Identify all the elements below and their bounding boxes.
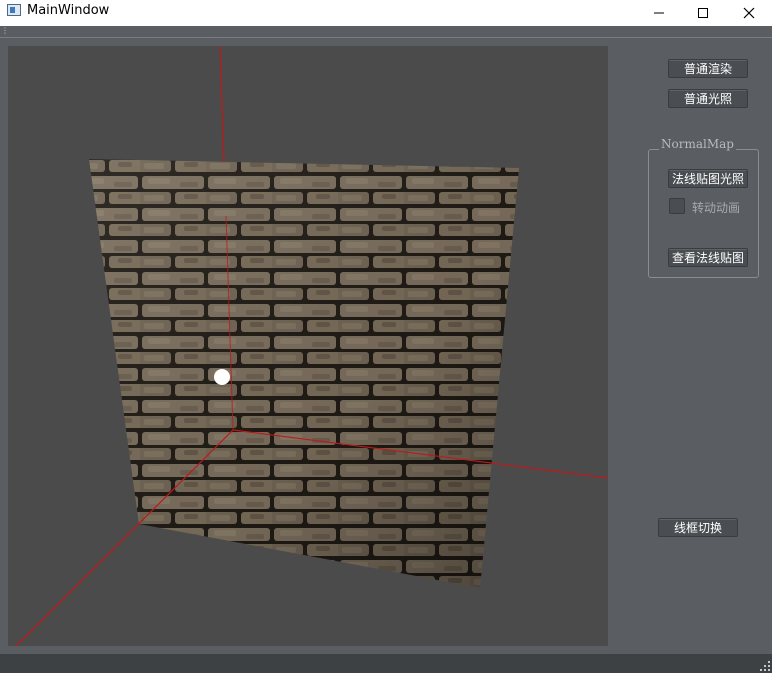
minimize-icon — [654, 12, 664, 14]
rotate-animation-label: 转动动画 — [692, 201, 741, 215]
title-bar[interactable]: MainWindow — [0, 0, 772, 26]
close-button[interactable] — [726, 0, 772, 26]
window-title: MainWindow — [27, 3, 110, 18]
light-source-marker — [214, 369, 230, 385]
toolbar-grip-icon[interactable]: ⋮ — [1, 27, 9, 35]
normal-render-button[interactable]: 普通渲染 — [668, 59, 748, 78]
status-bar — [0, 654, 772, 673]
opengl-viewport[interactable] — [8, 46, 608, 646]
normalmap-lighting-button[interactable]: 法线贴图光照 — [668, 169, 748, 188]
normalmap-group-title: NormalMap — [659, 137, 736, 151]
scene-render — [15, 46, 608, 646]
z-axis-line — [15, 429, 234, 646]
minimize-button[interactable] — [636, 0, 682, 26]
close-icon — [743, 7, 755, 19]
toolbar-strip: ⋮ — [0, 26, 772, 38]
view-normalmap-button[interactable]: 查看法线贴图 — [668, 248, 748, 267]
app-icon — [7, 4, 21, 16]
wireframe-toggle-button[interactable]: 线框切换 — [658, 518, 738, 537]
size-grip-icon[interactable] — [760, 661, 770, 671]
maximize-button[interactable] — [680, 0, 726, 26]
maximize-icon — [698, 8, 708, 18]
normal-lighting-button[interactable]: 普通光照 — [668, 89, 748, 108]
rotate-animation-checkbox[interactable] — [669, 198, 685, 214]
